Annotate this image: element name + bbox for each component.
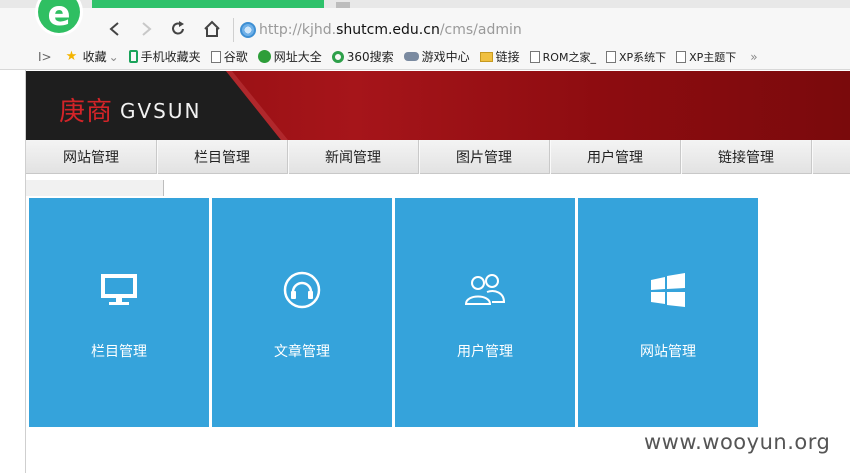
favorites-more-button[interactable]: »	[750, 50, 757, 64]
url-scheme: http://	[259, 22, 302, 38]
phone-icon	[128, 50, 138, 63]
tile-label: 栏目管理	[91, 344, 147, 360]
nav-item-news[interactable]: 新闻管理	[288, 140, 419, 174]
url-domain: shutcm.edu.cn	[336, 22, 440, 38]
url-path: /cms/admin	[439, 22, 522, 38]
url-field[interactable]: http://kjhd. shutcm.edu.cn/cms/admin	[233, 18, 850, 42]
forward-button[interactable]	[136, 18, 158, 40]
tab-active[interactable]	[92, 0, 324, 8]
page-icon	[529, 50, 540, 63]
favorite-item[interactable]: ROM之家_	[529, 49, 596, 65]
favorite-item[interactable]: 游戏中心	[403, 48, 470, 65]
refresh-icon	[172, 21, 184, 35]
monitor-icon	[101, 274, 137, 305]
tab-strip	[0, 0, 850, 8]
favorite-item[interactable]: 谷歌	[210, 48, 248, 65]
browser-logo-icon: e	[35, 0, 83, 36]
nav-item-images[interactable]: 图片管理	[419, 140, 550, 174]
tile-label: 网站管理	[640, 344, 696, 360]
chevron-left-icon	[109, 22, 119, 36]
globe-icon	[257, 50, 271, 63]
tile-label: 用户管理	[457, 344, 513, 360]
page-icon	[210, 50, 221, 63]
windows-icon	[651, 273, 685, 307]
search-ring-icon	[331, 50, 344, 63]
nav-item-links[interactable]: 链接管理	[681, 140, 812, 174]
globe-icon	[240, 22, 256, 38]
brand-logo-english: GVSUN	[120, 99, 202, 123]
site-banner: 庚商 GVSUN	[26, 71, 850, 140]
favorite-item[interactable]: 网址大全	[257, 48, 322, 65]
page-icon	[605, 50, 616, 63]
chevron-right-icon	[142, 22, 152, 36]
favorite-item[interactable]: XP系统下	[605, 49, 666, 65]
chevron-down-icon: ⌄	[108, 49, 119, 64]
nav-item-users[interactable]: 用户管理	[550, 140, 681, 174]
brand-logo-chinese: 庚商	[59, 97, 114, 127]
tile-article-management[interactable]: 文章管理	[212, 198, 392, 427]
headset-icon	[283, 271, 321, 309]
address-bar: http://kjhd. shutcm.edu.cn/cms/admin	[0, 8, 850, 44]
nav-item-columns[interactable]: 栏目管理	[157, 140, 288, 174]
favorite-item[interactable]: 链接	[479, 48, 520, 65]
favorites-toggle[interactable]: I>	[38, 50, 52, 64]
star-icon: ★	[65, 48, 78, 64]
main-nav: 网站管理 栏目管理 新闻管理 图片管理 用户管理 链接管理	[26, 140, 850, 174]
svg-text:e: e	[47, 0, 70, 34]
watermark: www.wooyun.org	[644, 430, 831, 454]
favorite-item[interactable]: XP主题下	[676, 49, 736, 65]
nav-item-site[interactable]: 网站管理	[26, 140, 157, 174]
browser-window: e http://kjhd. shutcm.edu.cn/cms/admin I>…	[0, 0, 850, 473]
users-icon	[464, 274, 506, 305]
favorites-bar: I> ★ 收藏 ⌄ 手机收藏夹 谷歌 网址大全 360搜索 游戏中心 链接 ROM之…	[0, 44, 850, 70]
favorite-item[interactable]: 360搜索	[331, 48, 394, 65]
favorite-item[interactable]: ★ 收藏 ⌄	[66, 48, 119, 65]
gamepad-icon	[403, 52, 419, 61]
tile-column-management[interactable]: 栏目管理	[29, 198, 209, 427]
page-icon	[676, 50, 687, 63]
url-subdomain: kjhd.	[301, 22, 337, 38]
refresh-button[interactable]	[167, 18, 189, 40]
sub-toolbar	[26, 180, 164, 196]
home-icon	[204, 20, 220, 37]
tile-user-management[interactable]: 用户管理	[395, 198, 575, 427]
tile-label: 文章管理	[274, 344, 330, 360]
home-button[interactable]	[201, 18, 223, 40]
favorite-item[interactable]: 手机收藏夹	[128, 48, 201, 65]
back-button[interactable]	[103, 18, 125, 40]
tile-site-management[interactable]: 网站管理	[578, 198, 758, 427]
folder-icon	[479, 51, 493, 62]
